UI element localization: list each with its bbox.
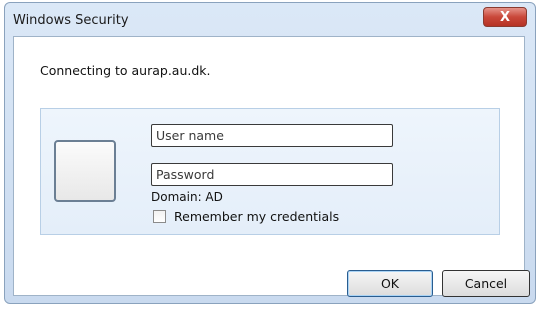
remember-checkbox[interactable] bbox=[153, 210, 166, 223]
username-field[interactable] bbox=[151, 124, 393, 147]
cancel-button[interactable]: Cancel bbox=[442, 270, 530, 297]
credential-tile[interactable]: Domain: AD Remember my credentials bbox=[40, 108, 500, 235]
title-bar: Windows Security X bbox=[5, 3, 535, 37]
close-icon: X bbox=[499, 10, 511, 25]
window-title: Windows Security bbox=[13, 13, 129, 28]
remember-credentials-row[interactable]: Remember my credentials bbox=[151, 209, 339, 224]
close-button[interactable]: X bbox=[483, 7, 527, 27]
ok-button[interactable]: OK bbox=[347, 270, 433, 297]
user-avatar-icon bbox=[54, 140, 116, 202]
password-field[interactable] bbox=[151, 163, 393, 186]
remember-label: Remember my credentials bbox=[174, 209, 340, 224]
domain-label: Domain: AD bbox=[151, 190, 223, 204]
connection-message: Connecting to aurap.au.dk. bbox=[40, 63, 211, 78]
dialog-content: Connecting to aurap.au.dk. Domain: AD Re… bbox=[13, 36, 530, 297]
